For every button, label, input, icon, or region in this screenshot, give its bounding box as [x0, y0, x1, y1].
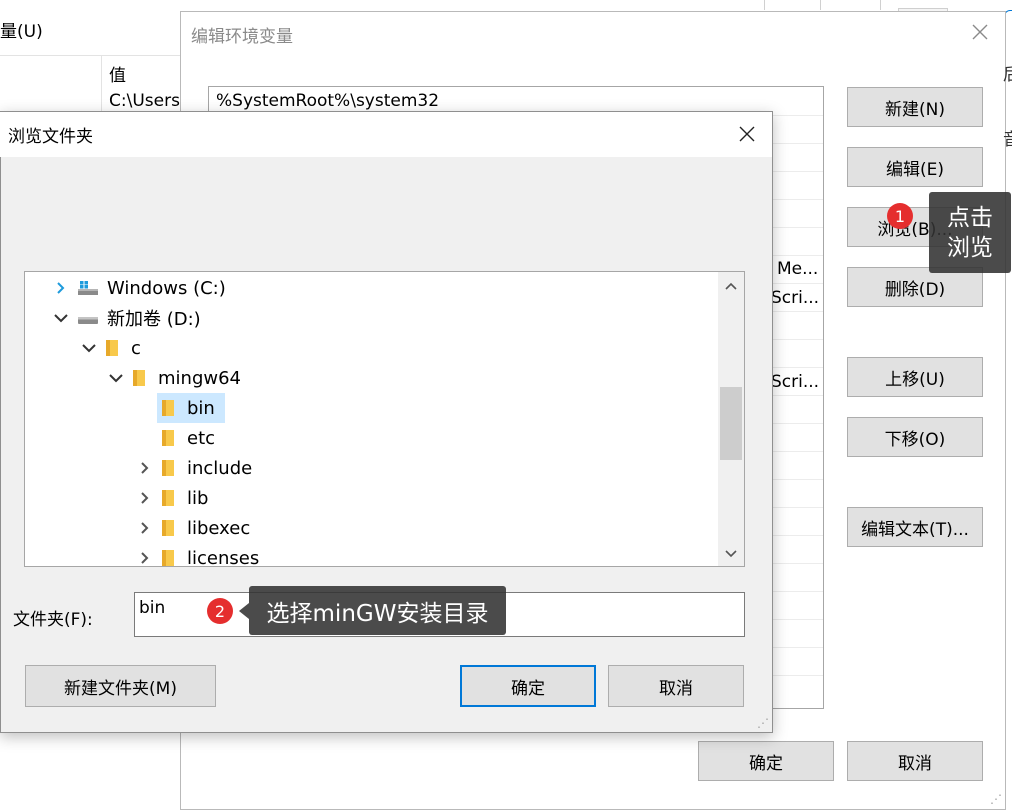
- close-icon[interactable]: [968, 20, 992, 44]
- browse-ok-button[interactable]: 确定: [460, 665, 596, 707]
- background-divider: [820, 0, 821, 10]
- background-divider: [880, 0, 881, 10]
- scroll-up-icon[interactable]: [722, 278, 740, 296]
- tree-item-windows-c[interactable]: Windows (C:): [53, 273, 226, 303]
- browse-title-bar: [0, 112, 772, 157]
- resize-grip-icon[interactable]: ⋰: [990, 792, 1002, 806]
- background-column-divider: [101, 55, 102, 115]
- delete-button[interactable]: 删除(D): [847, 267, 983, 307]
- chevron-down-icon[interactable]: [53, 310, 69, 326]
- background-right-text: 后: [1003, 65, 1012, 85]
- folder-field-label: 文件夹(F):: [13, 610, 93, 630]
- annotation-callout-2: 选择minGW安装目录: [249, 586, 506, 635]
- windows-drive-icon: [77, 280, 99, 296]
- folder-icon: [161, 519, 175, 537]
- edit-ok-button[interactable]: 确定: [698, 741, 834, 781]
- annotation-text: 点击: [947, 204, 993, 231]
- tree-item-label: licenses: [187, 547, 260, 567]
- tree-item-label: mingw64: [158, 367, 241, 389]
- folder-icon: [161, 489, 175, 507]
- chevron-right-icon[interactable]: [137, 460, 153, 476]
- callout-pointer: [239, 603, 249, 619]
- annotation-badge-2: 2: [207, 598, 233, 624]
- close-icon[interactable]: [735, 122, 759, 146]
- drive-icon: [77, 310, 99, 326]
- tree-item-bin[interactable]: bin: [157, 393, 225, 423]
- tree-item-label: bin: [187, 397, 215, 419]
- chevron-right-icon[interactable]: [53, 280, 69, 296]
- annotation-callout-1: 点击 浏览: [929, 192, 1011, 273]
- chevron-right-icon[interactable]: [137, 520, 153, 536]
- browse-cancel-button[interactable]: 取消: [608, 665, 744, 707]
- folder-icon: [105, 339, 119, 357]
- tree-item-licenses[interactable]: licenses: [137, 543, 260, 567]
- tree-item-label: etc: [187, 427, 216, 449]
- tree-item-libexec[interactable]: libexec: [137, 513, 250, 543]
- folder-tree[interactable]: Windows (C:) 新加卷 (D:) c mingw64 bin etc …: [24, 271, 745, 567]
- move-down-button[interactable]: 下移(O): [847, 417, 983, 457]
- new-folder-button[interactable]: 新建文件夹(M): [25, 665, 216, 707]
- tree-item-c[interactable]: c: [81, 333, 141, 363]
- edit-button[interactable]: 编辑(E): [847, 147, 983, 187]
- tree-item-lib[interactable]: lib: [137, 483, 208, 513]
- background-row-value: C:\Users\: [109, 91, 186, 111]
- chevron-down-icon[interactable]: [108, 370, 124, 386]
- background-divider: [764, 0, 765, 10]
- annotation-text: 浏览: [947, 234, 993, 261]
- selection-highlight[interactable]: bin: [157, 393, 225, 423]
- tree-item-etc[interactable]: etc: [161, 423, 215, 453]
- folder-icon: [132, 369, 146, 387]
- edit-text-button[interactable]: 编辑文本(T)...: [847, 507, 983, 547]
- move-up-button[interactable]: 上移(U): [847, 357, 983, 397]
- tree-item-label: Windows (C:): [107, 277, 226, 299]
- new-button[interactable]: 新建(N): [847, 87, 983, 127]
- column-header-value: 值: [109, 66, 126, 86]
- annotation-badge-1: 1: [887, 203, 913, 229]
- background-header-divider: [0, 55, 180, 56]
- background-menu-fragment: 量(U): [0, 22, 43, 42]
- tree-item-label: libexec: [187, 517, 251, 539]
- tree-item-include[interactable]: include: [137, 453, 252, 483]
- folder-icon: [161, 549, 175, 566]
- scroll-down-icon[interactable]: [722, 544, 740, 562]
- edit-cancel-button[interactable]: 取消: [847, 741, 983, 781]
- path-entry-fragment: Me...: [777, 259, 819, 279]
- folder-icon: [161, 399, 175, 417]
- chevron-right-icon[interactable]: [137, 550, 153, 566]
- background-right-text: 音: [1003, 130, 1012, 150]
- tree-item-label: c: [131, 337, 141, 359]
- path-entry-fragment: Scri...: [771, 372, 820, 392]
- tree-item-label: include: [187, 457, 253, 479]
- edit-dialog-title: 编辑环境变量: [191, 27, 293, 47]
- scrollbar-thumb[interactable]: [720, 387, 742, 460]
- browse-dialog-title: 浏览文件夹: [8, 127, 93, 147]
- resize-grip-icon[interactable]: ⋰: [757, 716, 769, 730]
- path-entry-label: %SystemRoot%\system32: [216, 91, 440, 111]
- tree-item-mingw64[interactable]: mingw64: [108, 363, 241, 393]
- folder-icon: [161, 459, 175, 477]
- tree-item-drive-d[interactable]: 新加卷 (D:): [53, 303, 201, 333]
- tree-item-label: lib: [187, 487, 209, 509]
- chevron-right-icon[interactable]: [137, 490, 153, 506]
- chevron-down-icon[interactable]: [81, 340, 97, 356]
- folder-icon: [161, 429, 175, 447]
- tree-item-label: 新加卷 (D:): [107, 309, 201, 330]
- path-entry-fragment: Scri...: [771, 288, 820, 308]
